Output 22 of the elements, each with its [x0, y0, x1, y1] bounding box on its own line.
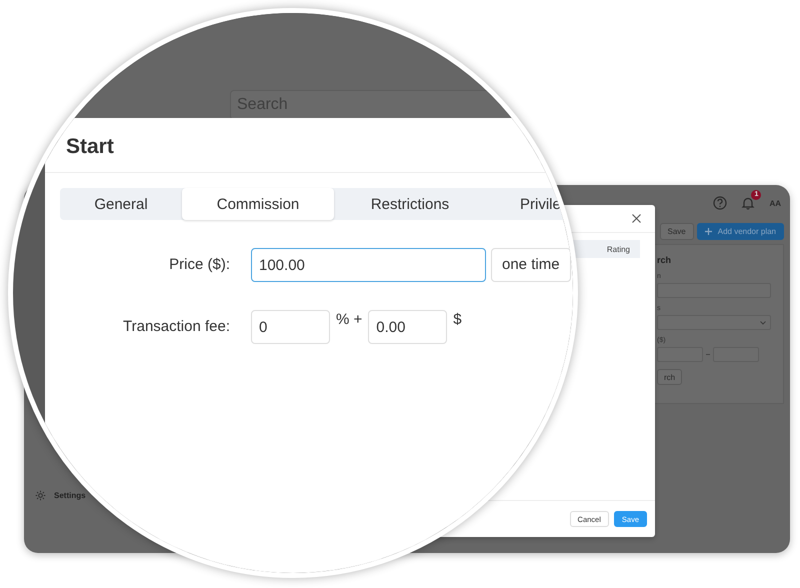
- field-label: Price ($):: [168, 255, 230, 275]
- column-header: Rating: [606, 244, 630, 254]
- select-field[interactable]: [657, 315, 771, 330]
- percent-field[interactable]: 0: [251, 310, 330, 344]
- tab[interactable]: Privile: [486, 188, 573, 220]
- price-field[interactable]: 100.00: [251, 248, 486, 282]
- panel-title: rch: [657, 255, 672, 265]
- gear-icon: [35, 490, 46, 501]
- chevron-down-icon: [760, 320, 766, 324]
- help-icon[interactable]: [713, 196, 728, 210]
- tab[interactable]: General: [60, 188, 182, 220]
- unit-label: $: [453, 312, 462, 328]
- tab[interactable]: Restrictions: [334, 188, 486, 220]
- dialog-title: Start: [66, 135, 114, 159]
- unit-label: % +: [336, 312, 362, 328]
- period-select[interactable]: one time: [491, 248, 571, 282]
- amount-field[interactable]: 0.00: [368, 310, 448, 344]
- plus-icon: [704, 228, 712, 235]
- close-icon[interactable]: [632, 214, 641, 223]
- field-label: Transaction fee:: [122, 317, 230, 337]
- bell-icon[interactable]: [741, 196, 756, 210]
- tab[interactable]: Commission: [182, 188, 334, 220]
